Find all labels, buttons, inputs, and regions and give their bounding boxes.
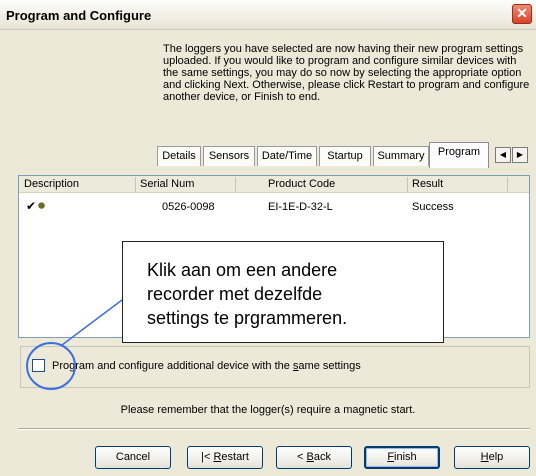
annotation-circle bbox=[26, 342, 76, 390]
back-accelerator: B bbox=[306, 451, 314, 463]
finish-label: inish bbox=[394, 451, 417, 463]
help-label: elp bbox=[488, 451, 504, 463]
restart-glyph: |< bbox=[201, 451, 214, 463]
magnetic-start-notice: Please remember that the logger(s) requi… bbox=[120, 404, 416, 416]
restart-label: estart bbox=[221, 451, 249, 463]
callout-line-2: recorder met dezelfde bbox=[147, 284, 323, 304]
callout-text: Klik aan om een andere recorder met deze… bbox=[147, 258, 443, 330]
callout-box: Klik aan om een andere recorder met deze… bbox=[122, 241, 444, 343]
back-label: ack bbox=[313, 451, 331, 463]
cancel-button[interactable]: Cancel bbox=[95, 446, 171, 469]
back-glyph: < bbox=[297, 451, 307, 463]
help-accelerator: H bbox=[480, 451, 489, 463]
annotation-pointer-line bbox=[61, 299, 123, 346]
tab-program[interactable]: Program bbox=[429, 142, 489, 168]
finish-button[interactable]: Finish bbox=[364, 446, 440, 469]
callout-line-1: Klik aan om een andere bbox=[147, 260, 338, 280]
separator bbox=[18, 428, 530, 430]
help-button[interactable]: Help bbox=[454, 446, 530, 469]
callout-line-3: settings te prgrammeren. bbox=[147, 308, 348, 328]
back-button[interactable]: < Back bbox=[276, 446, 352, 469]
restart-button[interactable]: |< Restart bbox=[187, 446, 263, 469]
